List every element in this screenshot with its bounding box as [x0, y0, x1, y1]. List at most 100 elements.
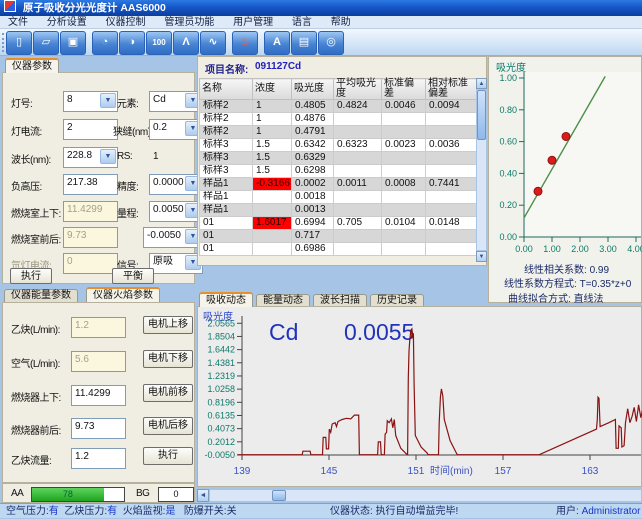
execute-button[interactable]: 执行	[10, 268, 52, 284]
y-tick-label: 1.6442	[207, 345, 235, 355]
menu-analysis-settings[interactable]: 分析设置	[39, 17, 95, 28]
signal-select[interactable]: 原吸▼	[149, 253, 203, 274]
table-row[interactable]: 样品10.0013	[200, 204, 477, 217]
tab-absorption-dynamics[interactable]: 吸收动态	[199, 292, 253, 307]
menu-help[interactable]: 帮助	[323, 17, 359, 28]
col-conc[interactable]: 浓度	[253, 79, 292, 100]
power-button[interactable]: ◎	[318, 31, 344, 55]
bg-label: BG	[136, 488, 149, 499]
table-cell: 标样2	[200, 126, 253, 139]
table-row[interactable]: 标样31.50.6329	[200, 152, 477, 165]
table-cell: 1.5	[253, 152, 292, 165]
energy-gauge-button[interactable]: ◑	[119, 31, 145, 55]
element-select[interactable]: Cd▼	[149, 91, 203, 112]
table-row[interactable]: 标样210.4876	[200, 113, 477, 126]
col-rsd[interactable]: 相对标准偏差	[426, 79, 477, 100]
toolbar-grip[interactable]	[2, 33, 5, 52]
window-title: 原子吸收分光光度计 AAS6000	[23, 2, 166, 14]
gain-100-button[interactable]: 100	[146, 31, 172, 55]
motor-back-button[interactable]: 电机后移	[143, 417, 193, 435]
slit-select[interactable]: 0.2▼	[149, 119, 203, 140]
col-avg-abs[interactable]: 平均吸光度	[334, 79, 382, 100]
chevron-down-icon[interactable]: ▼	[100, 93, 116, 108]
table-row[interactable]: 标样31.50.63420.63230.00230.0036	[200, 139, 477, 152]
acetylene-flow-input[interactable]: 1.2	[71, 448, 126, 469]
open-file-button[interactable]: ▱	[33, 31, 59, 55]
table-cell: 1	[253, 100, 292, 113]
table-cell: 0.6298	[292, 165, 334, 178]
table-row[interactable]: 011.60170.69940.7050.01040.0148	[200, 217, 477, 230]
menu-user-management[interactable]: 用户管理	[225, 17, 281, 28]
table-row[interactable]: 标样31.50.6298	[200, 165, 477, 178]
table-cell: 1	[253, 113, 292, 126]
y-tick-label: 1.4381	[207, 358, 235, 368]
wavelength-select[interactable]: 228.8▼	[63, 147, 118, 168]
burner-ud-input[interactable]: 11.4299	[71, 385, 126, 406]
col-name[interactable]: 名称	[200, 79, 253, 100]
new-file-button[interactable]: ▯	[6, 31, 32, 55]
lamp-current-input[interactable]: 2	[63, 119, 118, 140]
table-cell	[426, 126, 477, 139]
neg-hv-label: 负高压:	[11, 178, 42, 193]
wavelength-scan-button[interactable]: Λ	[173, 31, 199, 55]
printer-button[interactable]: ▤	[291, 31, 317, 55]
table-cell: 01	[200, 217, 253, 230]
app-icon	[4, 0, 16, 12]
table-cell	[382, 152, 426, 165]
x-tick-label: 145	[321, 466, 338, 477]
range2-select[interactable]: -0.0050▼	[143, 227, 203, 248]
col-abs[interactable]: 吸光度	[292, 79, 334, 100]
chart-scroll-left-button[interactable]: ◄	[197, 489, 209, 502]
chevron-down-icon[interactable]: ▼	[100, 149, 116, 164]
table-row[interactable]: 标样210.4791	[200, 126, 477, 139]
element-label: 元素:	[117, 95, 138, 110]
table-scroll-down-button[interactable]: ▼	[476, 251, 487, 262]
flame-execute-button[interactable]: 执行	[143, 447, 193, 465]
table-cell	[253, 230, 292, 243]
motor-forward-button[interactable]: 电机前移	[143, 384, 193, 402]
air-label: 空气(L/min):	[11, 355, 60, 370]
table-cell: 01	[200, 230, 253, 243]
tab-energy-params[interactable]: 仪器能量参数	[4, 289, 78, 302]
table-scroll-up-button[interactable]: ▲	[476, 78, 487, 89]
lamp-gauge-button[interactable]: ◔	[92, 31, 118, 55]
tab-instrument-params[interactable]: 仪器参数	[5, 58, 59, 73]
signal-level-row: AA 78 BG 0	[2, 483, 195, 503]
table-header-row: 名称 浓度 吸光度 平均吸光度 标准偏差 相对标准偏差	[200, 79, 477, 100]
status-instrument: 仪器状态: 执行自动增益完毕!	[330, 504, 458, 519]
x-tick-label: 3.00	[599, 244, 617, 254]
motor-down-button[interactable]: 电机下移	[143, 350, 193, 368]
tab-flame-params[interactable]: 仪器火焰参数	[86, 287, 160, 302]
printer-icon: ▤	[299, 36, 309, 48]
burner-fb-input[interactable]: 9.73	[71, 418, 126, 439]
menu-admin-functions[interactable]: 管理员功能	[156, 17, 222, 28]
motor-up-button[interactable]: 电机上移	[143, 316, 193, 334]
save-button[interactable]: ▣	[60, 31, 86, 55]
range-select[interactable]: 0.0050▼	[149, 201, 203, 222]
table-cell: 样品1	[200, 204, 253, 217]
table-row[interactable]: 010.717	[200, 230, 477, 243]
chart-scrollbar-thumb[interactable]	[272, 490, 286, 501]
neg-hv-input[interactable]: 217.38	[63, 174, 118, 195]
table-row[interactable]: 标样210.48050.48240.00460.0094	[200, 100, 477, 113]
table-row[interactable]: 样品1-0.31660.00020.00110.00080.7441	[200, 178, 477, 191]
balance-button[interactable]: 平衡	[112, 268, 154, 284]
table-cell: 0.4805	[292, 100, 334, 113]
col-sd[interactable]: 标准偏差	[382, 79, 426, 100]
flame-ignite-button[interactable]: ♨	[232, 31, 258, 55]
table-cell: 0.0008	[382, 178, 426, 191]
autosampler-button[interactable]: A	[264, 31, 290, 55]
table-cell	[426, 204, 477, 217]
beam-adjust-button[interactable]: ∿	[200, 31, 226, 55]
table-row[interactable]: 010.6986	[200, 243, 477, 256]
menu-language[interactable]: 语言	[284, 17, 320, 28]
lamp-no-label: 灯号:	[11, 95, 32, 110]
table-cell: 0.0046	[382, 100, 426, 113]
menu-instrument-control[interactable]: 仪器控制	[98, 17, 154, 28]
table-cell: 标样3	[200, 152, 253, 165]
table-scrollbar-thumb[interactable]	[477, 90, 486, 140]
table-row[interactable]: 样品10.0018	[200, 191, 477, 204]
lamp-no-select[interactable]: 8▼	[63, 91, 118, 112]
menu-file[interactable]: 文件	[0, 17, 36, 28]
precision-select[interactable]: 0.0000▼	[149, 174, 203, 195]
